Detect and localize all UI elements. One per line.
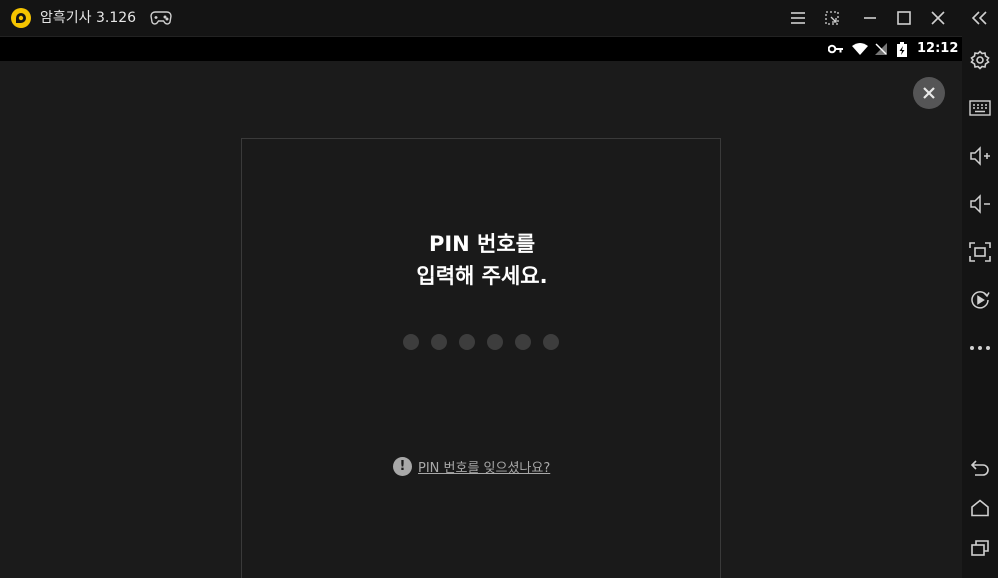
close-x-icon	[923, 87, 935, 99]
record-icon[interactable]	[968, 288, 992, 312]
forgot-pin-link[interactable]: PIN 번호를 잊으셨나요?	[418, 457, 550, 476]
no-signal-icon	[874, 42, 888, 56]
recents-icon[interactable]	[968, 536, 992, 560]
volume-down-icon[interactable]	[968, 192, 992, 216]
keyboard-icon[interactable]	[968, 96, 992, 120]
info-icon: !	[393, 457, 412, 476]
pin-dot	[543, 334, 559, 350]
forgot-pin[interactable]: ! PIN 번호를 잊으셨나요?	[393, 457, 550, 476]
pin-dot	[487, 334, 503, 350]
pin-dots	[403, 334, 559, 350]
right-toolbar	[962, 0, 998, 578]
minimize-icon[interactable]	[858, 6, 882, 30]
ldplayer-logo-icon	[10, 7, 32, 29]
collapse-icon[interactable]	[968, 6, 992, 30]
home-icon[interactable]	[968, 496, 992, 520]
window-title: 암흑기사 3.126	[40, 10, 137, 26]
wifi-icon	[851, 42, 869, 56]
menu-icon[interactable]	[786, 6, 810, 30]
fullscreen-icon[interactable]	[968, 240, 992, 264]
pin-dot	[459, 334, 475, 350]
gamepad-icon[interactable]	[150, 9, 172, 27]
pin-entry-panel: PIN 번호를 입력해 주세요. ! PIN 번호를 잊으셨나요?	[241, 138, 721, 578]
dialog-close-button[interactable]	[913, 77, 945, 109]
pin-dot	[515, 334, 531, 350]
settings-icon[interactable]	[968, 48, 992, 72]
title-bar: 암흑기사 3.126	[0, 0, 962, 36]
pin-dot	[403, 334, 419, 350]
resize-icon[interactable]	[820, 6, 844, 30]
close-icon[interactable]	[926, 6, 950, 30]
pin-dot	[431, 334, 447, 350]
more-icon[interactable]	[968, 336, 992, 360]
emulator-window: 암흑기사 3.126 12:12 PIN 번호를 입력해 주세요. ! PIN …	[0, 0, 998, 578]
pin-title-line1: PIN 번호를	[428, 232, 536, 256]
maximize-icon[interactable]	[892, 6, 916, 30]
vpn-key-icon	[828, 42, 844, 56]
status-clock: 12:12	[917, 41, 959, 56]
android-status-bar	[0, 36, 962, 61]
pin-title-line2: 입력해 주세요.	[416, 264, 548, 288]
volume-up-icon[interactable]	[968, 144, 992, 168]
battery-charging-icon	[897, 42, 907, 57]
back-icon[interactable]	[968, 456, 992, 480]
